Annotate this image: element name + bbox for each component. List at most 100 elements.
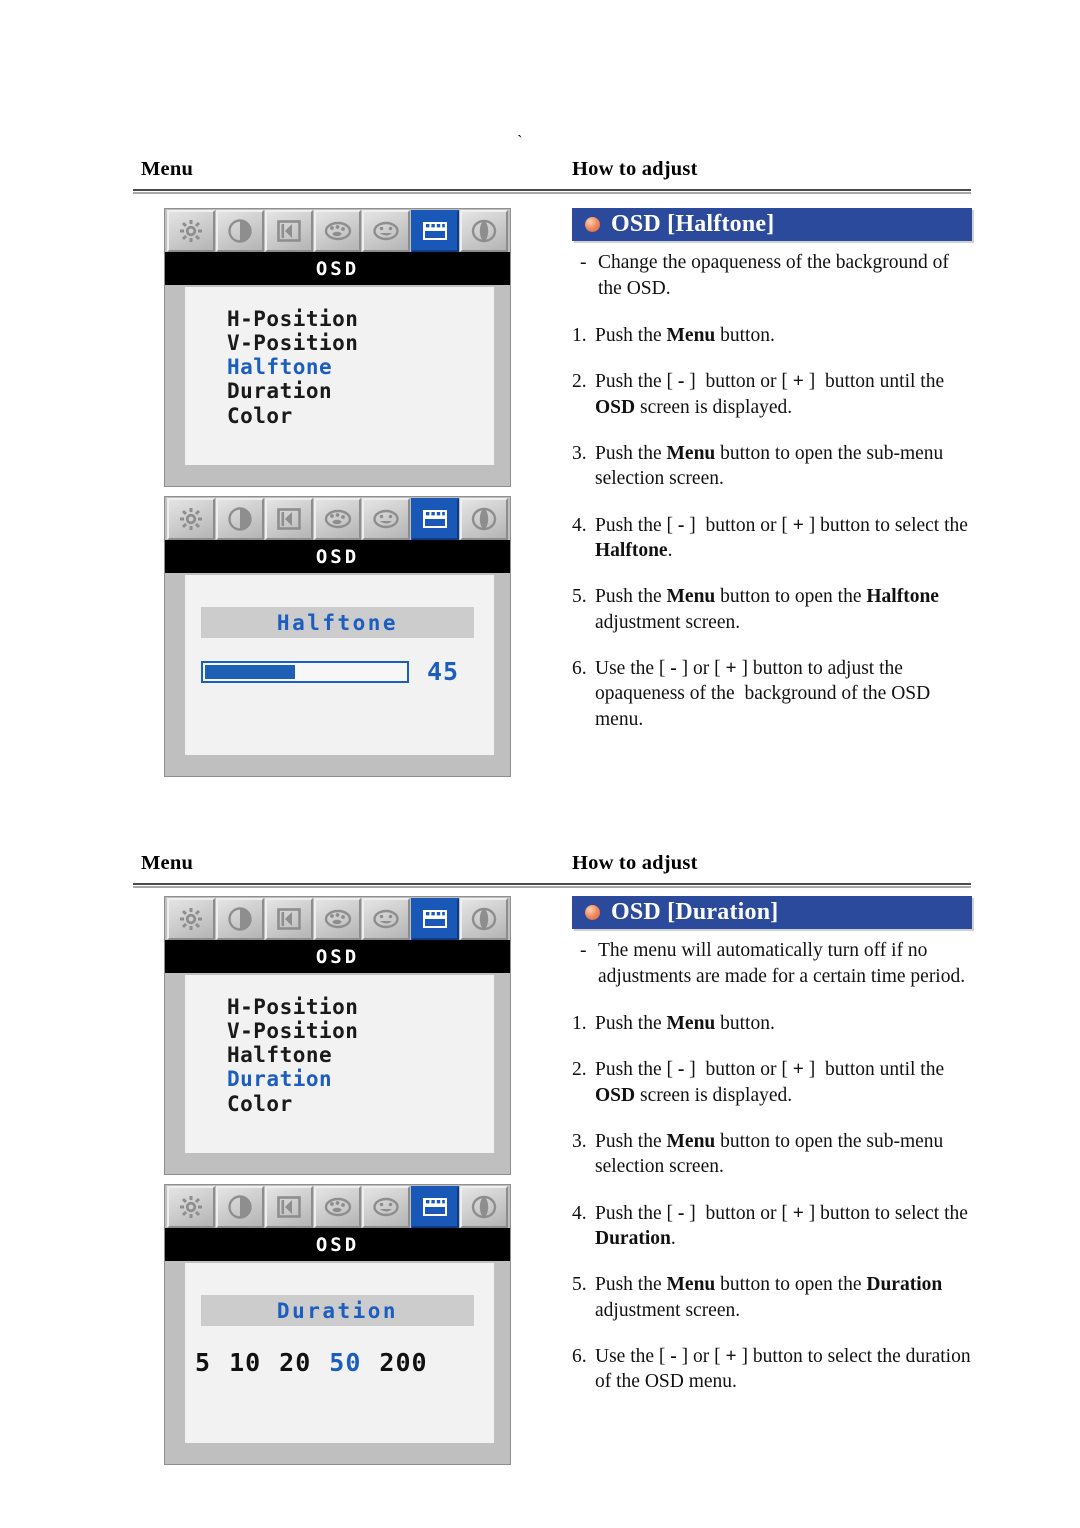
osd-icon[interactable]	[411, 210, 460, 252]
section-description: - The menu will automatically turn off i…	[572, 938, 972, 990]
step-number: 5.	[572, 1274, 587, 1296]
osd-body: Duration 5 10 20 50 200	[165, 1261, 510, 1464]
osd-icon[interactable]	[411, 1186, 460, 1228]
smiley-icon[interactable]	[362, 1186, 411, 1228]
divider-line-dark	[133, 883, 971, 885]
halftone-slider-row[interactable]: 45	[201, 657, 494, 686]
osd-menu-item-h-position[interactable]: H-Position	[227, 995, 494, 1019]
dash-marker: -	[580, 940, 587, 961]
section-title-text: OSD [Duration]	[611, 899, 779, 925]
contrast-icon[interactable]	[215, 898, 264, 940]
osd-screen-title: OSD	[165, 940, 510, 973]
brightness-icon[interactable]	[167, 898, 215, 940]
stray-tick-mark: `	[517, 132, 523, 151]
osd-screen: H-Position V-Position Halftone Duration …	[185, 975, 494, 1153]
osd-icon-bar[interactable]	[165, 1185, 510, 1228]
osd-menu-item-halftone[interactable]: Halftone	[227, 355, 494, 379]
osd-panel-duration-adjust: OSD Duration 5 10 20 50 200	[164, 1184, 511, 1465]
osd-icon-bar[interactable]	[165, 897, 510, 940]
position-icon[interactable]	[264, 498, 313, 540]
step-number: 6.	[572, 1345, 587, 1367]
split-circle-icon[interactable]	[460, 210, 509, 252]
smiley-icon[interactable]	[362, 898, 411, 940]
step-text: Push the Menu button to open the Duratio…	[595, 1274, 943, 1321]
osd-menu-item-h-position[interactable]: H-Position	[227, 307, 494, 331]
step-text: Push the [ - ] button or [ + ] button un…	[595, 1059, 945, 1106]
halftone-slider-track[interactable]	[201, 660, 409, 683]
column-headers: Menu How to adjust	[133, 158, 971, 186]
osd-menu-item-duration[interactable]: Duration	[227, 379, 494, 403]
osd-menu-item-color[interactable]: Color	[227, 1092, 494, 1116]
brightness-icon[interactable]	[167, 498, 215, 540]
steps-list: 1. Push the Menu button. 2. Push the [ - ] …	[572, 1011, 972, 1395]
section-title-text: OSD [Halftone]	[611, 211, 775, 237]
step-number: 1.	[572, 324, 587, 346]
osd-menu-item-v-position[interactable]: V-Position	[227, 1019, 494, 1043]
step-item: 2. Push the [ - ] button or [ + ] button …	[572, 1057, 972, 1108]
step-item: 1. Push the Menu button.	[572, 1011, 972, 1036]
osd-menu-item-color[interactable]: Color	[227, 404, 494, 428]
smiley-icon[interactable]	[362, 210, 411, 252]
duration-option-50[interactable]: 50	[329, 1348, 361, 1377]
step-item: 6. Use the [ - ] or [ + ] button to selec…	[572, 1344, 972, 1395]
osd-menu-item-halftone[interactable]: Halftone	[227, 1043, 494, 1067]
osd-menu-item-v-position[interactable]: V-Position	[227, 331, 494, 355]
color-palette-icon[interactable]	[313, 210, 362, 252]
step-number: 2.	[572, 1059, 587, 1081]
description-text: Change the opaqueness of the background …	[598, 252, 949, 299]
osd-icon[interactable]	[411, 898, 460, 940]
step-text: Push the [ - ] button or [ + ] button to…	[595, 1202, 968, 1249]
step-number: 1.	[572, 1012, 587, 1034]
bullet-dot-icon	[585, 217, 600, 232]
adjust-label-band: Halftone	[201, 607, 474, 638]
osd-icon-bar[interactable]	[165, 209, 510, 252]
position-icon[interactable]	[264, 898, 313, 940]
menu-column-header: Menu	[141, 852, 194, 874]
color-palette-icon[interactable]	[313, 1186, 362, 1228]
duration-option-5[interactable]: 5	[195, 1348, 211, 1377]
smiley-icon[interactable]	[362, 498, 411, 540]
osd-menu-item-duration[interactable]: Duration	[227, 1067, 494, 1091]
brightness-icon[interactable]	[167, 1186, 215, 1228]
duration-option-20[interactable]: 20	[279, 1348, 311, 1377]
osd-icon-bar[interactable]	[165, 497, 510, 540]
duration-option-200[interactable]: 200	[379, 1348, 427, 1377]
split-circle-icon[interactable]	[460, 498, 509, 540]
duration-option-10[interactable]: 10	[229, 1348, 261, 1377]
step-number: 4.	[572, 514, 587, 536]
split-circle-icon[interactable]	[460, 898, 509, 940]
color-palette-icon[interactable]	[313, 898, 362, 940]
osd-screen-title: OSD	[165, 540, 510, 573]
osd-menu-list[interactable]: H-Position V-Position Halftone Duration …	[185, 989, 494, 1120]
osd-panel-menu-duration: OSD H-Position V-Position Halftone Durat…	[164, 896, 511, 1175]
duration-options[interactable]: 5 10 20 50 200	[195, 1348, 494, 1377]
step-text: Push the Menu button to open the sub-men…	[595, 442, 944, 490]
position-icon[interactable]	[264, 210, 313, 252]
step-text: Push the Menu button.	[595, 1012, 775, 1034]
contrast-icon[interactable]	[215, 1186, 264, 1228]
step-text: Use the [ - ] or [ + ] button to adjust …	[595, 657, 931, 730]
section-description: - Change the opaqueness of the backgroun…	[572, 250, 972, 302]
osd-screen: Duration 5 10 20 50 200	[185, 1263, 494, 1443]
step-text: Use the [ - ] or [ + ] button to select …	[595, 1345, 971, 1393]
split-circle-icon[interactable]	[460, 1186, 509, 1228]
color-palette-icon[interactable]	[313, 498, 362, 540]
step-number: 6.	[572, 657, 587, 679]
contrast-icon[interactable]	[215, 498, 264, 540]
brightness-icon[interactable]	[167, 210, 215, 252]
osd-screen-title: OSD	[165, 1228, 510, 1261]
contrast-icon[interactable]	[215, 210, 264, 252]
howto-column-header: How to adjust	[572, 158, 698, 180]
osd-body: H-Position V-Position Halftone Duration …	[165, 973, 510, 1174]
osd-screen: Halftone 45	[185, 575, 494, 755]
osd-menu-list[interactable]: H-Position V-Position Halftone Duration …	[185, 301, 494, 432]
step-item: 5. Push the Menu button to open the Durat…	[572, 1272, 972, 1323]
osd-screen: H-Position V-Position Halftone Duration …	[185, 287, 494, 465]
position-icon[interactable]	[264, 1186, 313, 1228]
step-number: 2.	[572, 371, 587, 393]
step-item: 4. Push the [ - ] button or [ + ] button …	[572, 1201, 972, 1252]
osd-panel-halftone-adjust: OSD Halftone 45	[164, 496, 511, 777]
howto-column-halftone: OSD [Halftone] - Change the opaqueness o…	[572, 208, 972, 732]
step-item: 3. Push the Menu button to open the sub-m…	[572, 441, 972, 492]
osd-icon[interactable]	[411, 498, 460, 540]
